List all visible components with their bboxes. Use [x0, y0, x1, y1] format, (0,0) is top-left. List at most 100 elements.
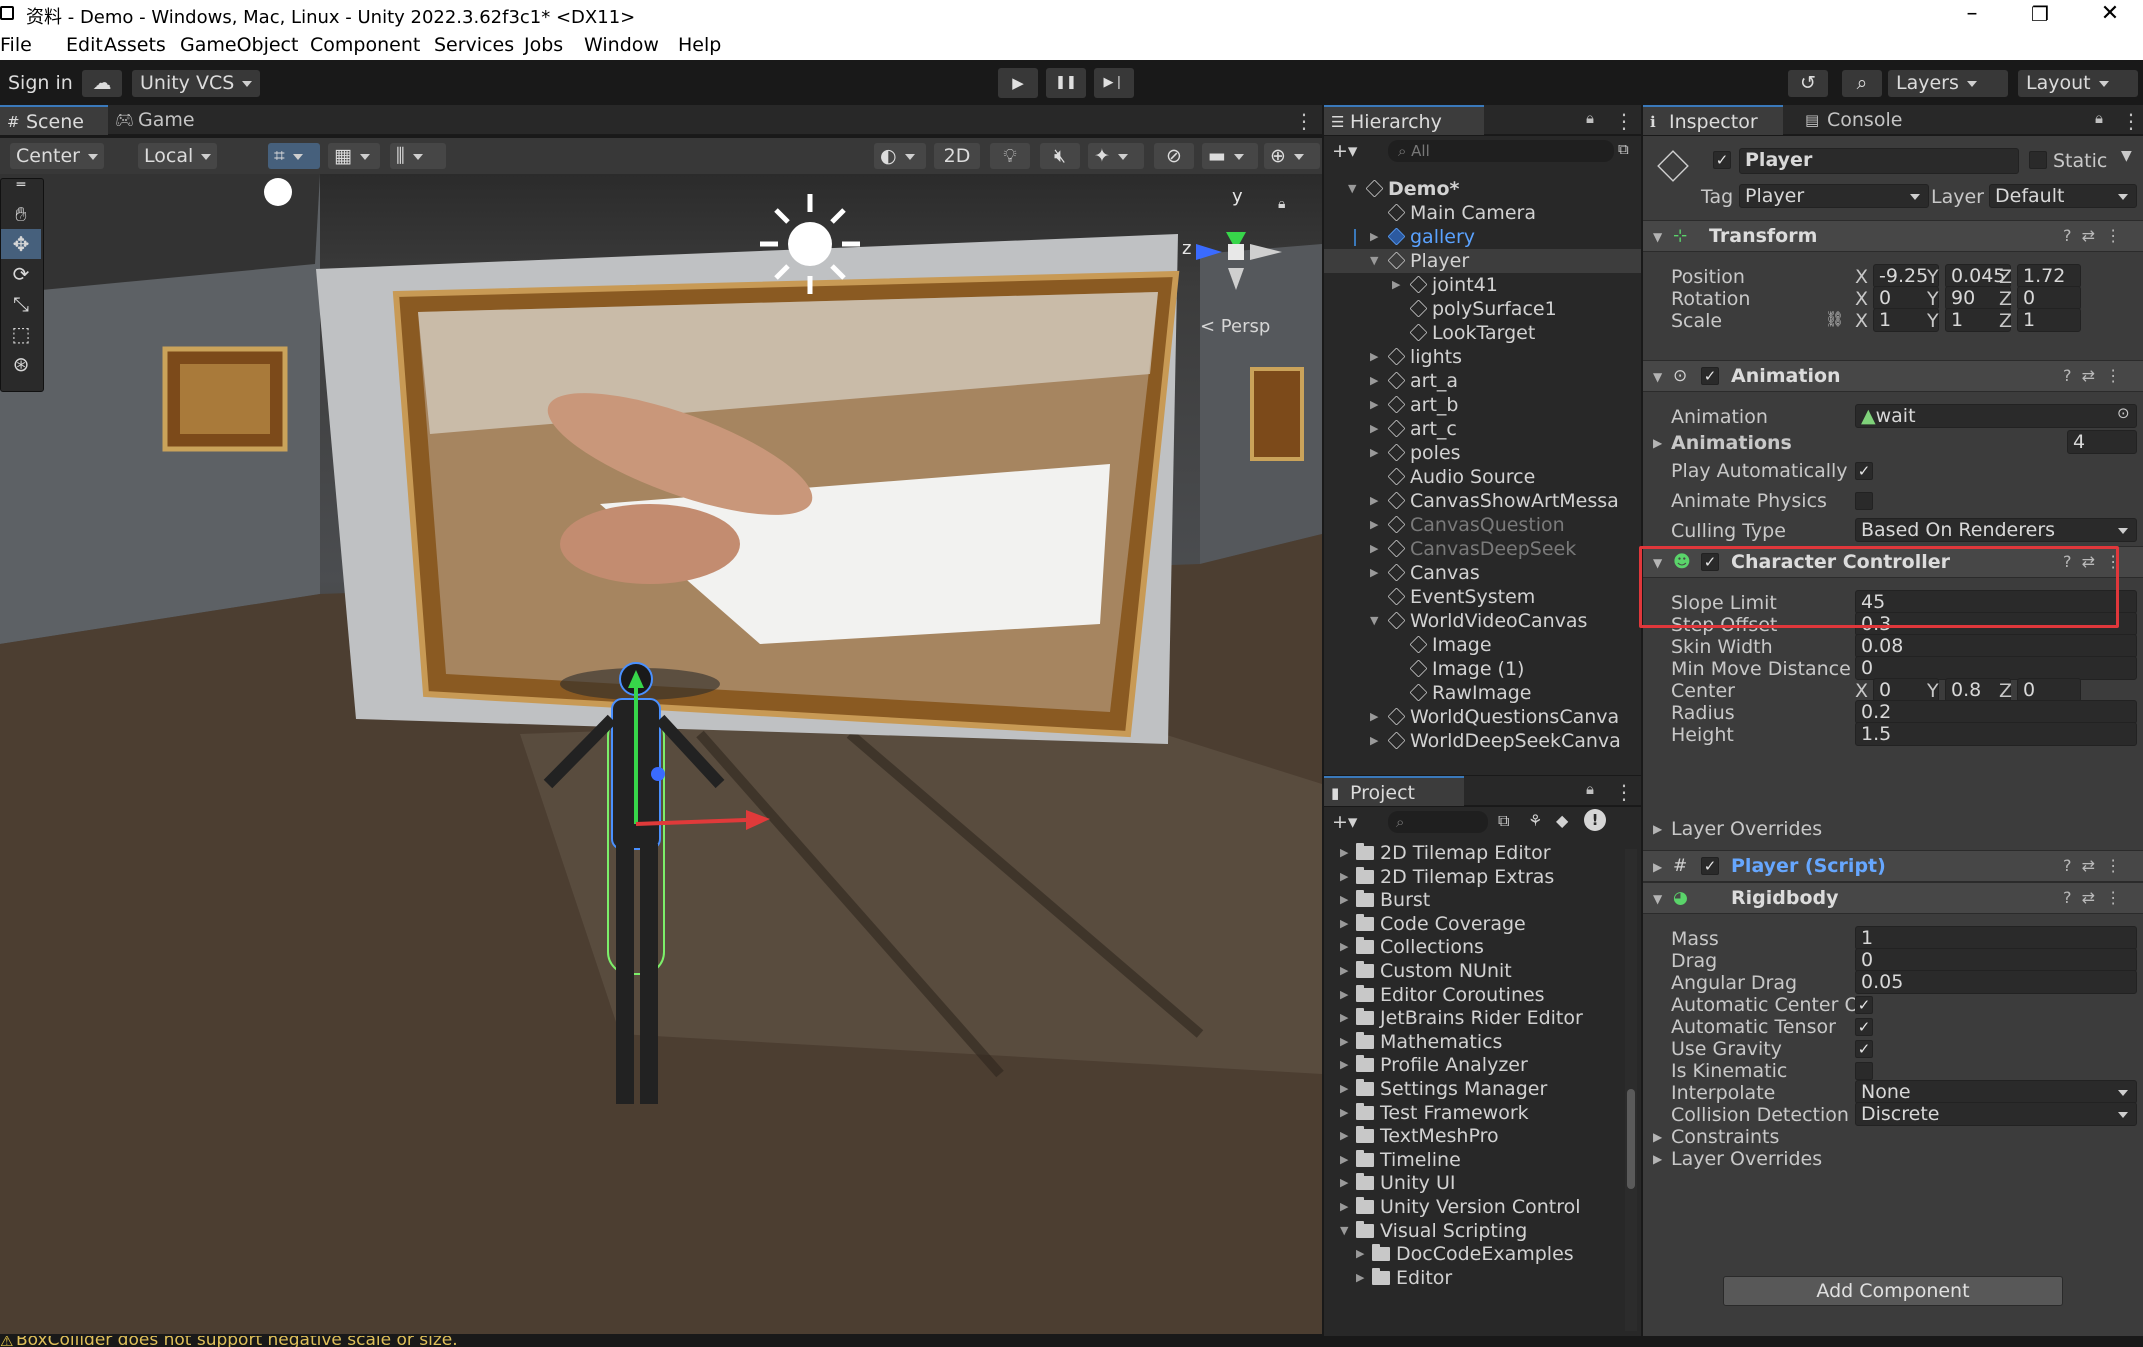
hierarchy-item[interactable]: Image (1) — [1324, 657, 1641, 681]
inspector-lock-icon[interactable]: 🔒︎ — [2095, 109, 2103, 127]
project-lock-icon[interactable]: 🔒︎ — [1586, 780, 1594, 798]
play-auto-checkbox[interactable]: ✓ — [1855, 462, 1873, 480]
expand-arrow-right-icon[interactable]: ▶ — [1340, 1030, 1348, 1054]
foldout-icon[interactable]: ▼ — [1653, 230, 1662, 244]
camera-icon[interactable]: ▬ — [1202, 143, 1258, 169]
hierarchy-item[interactable]: ▶ gallery — [1324, 225, 1641, 249]
cc-layer-overrides-foldout-icon[interactable]: ▶ — [1653, 822, 1662, 836]
component-actions[interactable]: ? ⇄ ⋮ — [2063, 888, 2121, 907]
hierarchy-item[interactable]: ▶ poles — [1324, 441, 1641, 465]
orientation-cube[interactable] — [1228, 244, 1244, 260]
draw-mode-icon[interactable]: ◐ — [874, 143, 926, 169]
expand-arrow-right-icon[interactable]: ▶ — [1340, 1195, 1348, 1219]
foldout-icon[interactable]: ▶ — [1653, 860, 1662, 874]
character-controller-header[interactable]: ▼ ☻ ✓ Character Controller ? ⇄ ⋮ — [1643, 546, 2143, 578]
project-folder-item[interactable]: ▶ Code Coverage — [1324, 912, 1624, 936]
expand-arrow-right-icon[interactable]: ▶ — [1370, 345, 1378, 369]
vcs-dropdown[interactable]: Unity VCS — [132, 70, 261, 97]
hierarchy-item[interactable]: ▶ CanvasDeepSeek — [1324, 537, 1641, 561]
hierarchy-item[interactable]: ▶ WorldQuestionsCanva — [1324, 705, 1641, 729]
tab-console[interactable]: ▤ Console — [1793, 105, 1923, 135]
player-script-header[interactable]: ▶ # ✓ Player (Script) ? ⇄ ⋮ — [1643, 850, 2143, 882]
hierarchy-item[interactable]: polySurface1 — [1324, 297, 1641, 321]
gizmos-icon[interactable]: ⊕ — [1264, 143, 1320, 169]
hierarchy-item[interactable]: Main Camera — [1324, 201, 1641, 225]
expand-arrow-right-icon[interactable]: ▶ — [1340, 1006, 1348, 1030]
slope-limit-field[interactable]: 45 — [1855, 590, 2137, 614]
effects-icon[interactable]: ✦ — [1088, 143, 1144, 169]
hierarchy-search-input[interactable]: ⌕ All — [1388, 140, 1614, 162]
component-actions[interactable]: ? ⇄ ⋮ — [2063, 552, 2121, 571]
expand-arrow-right-icon[interactable]: ▶ — [1370, 441, 1378, 465]
skin-width-field[interactable]: 0.08 — [1855, 634, 2137, 658]
palette-grip-icon[interactable]: ═ — [1, 178, 41, 199]
menu-services[interactable]: Services — [434, 34, 514, 56]
cloud-icon[interactable]: ☁ — [82, 70, 122, 97]
foldout-icon[interactable]: ▼ — [1653, 370, 1662, 384]
space-dropdown[interactable]: Local — [138, 143, 218, 169]
object-name-field[interactable]: Player — [1739, 148, 2019, 174]
rotate-tool-icon[interactable]: ⟳ — [1, 259, 41, 289]
hierarchy-filter-icon[interactable]: ⧉ — [1618, 140, 1629, 158]
status-message[interactable]: BoxCollider does not support negative sc… — [16, 1336, 458, 1347]
project-folder-item[interactable]: ▶ Collections — [1324, 935, 1624, 959]
project-folder-item[interactable]: ▶ Unity UI — [1324, 1171, 1624, 1195]
project-scroll-thumb[interactable] — [1627, 1089, 1635, 1189]
menu-edit[interactable]: Edit — [66, 34, 103, 56]
expand-arrow-right-icon[interactable]: ▶ — [1392, 273, 1400, 297]
project-folder-item[interactable]: ▶ Unity Version Control — [1324, 1195, 1624, 1219]
player-script-enabled-checkbox[interactable]: ✓ — [1701, 857, 1719, 875]
min-move-distance-field[interactable]: 0 — [1855, 656, 2137, 680]
foldout-icon[interactable]: ▼ — [1653, 556, 1662, 570]
expand-arrow-right-icon[interactable]: ▶ — [1370, 729, 1378, 753]
add-component-button[interactable]: Add Component — [1723, 1276, 2063, 1306]
warning-icon[interactable]: ! — [1584, 809, 1606, 831]
animate-physics-checkbox[interactable] — [1855, 492, 1873, 510]
expand-arrow-right-icon[interactable]: ▶ — [1370, 705, 1378, 729]
expand-arrow-right-icon[interactable]: ▶ — [1370, 417, 1378, 441]
constrain-proportions-icon[interactable]: ⛓ — [1825, 310, 1844, 328]
search-by-type-icon[interactable]: ⧉ — [1498, 811, 1509, 831]
project-folder-item[interactable]: ▶ Test Framework — [1324, 1101, 1624, 1125]
tab-scene[interactable]: # Scene — [0, 105, 108, 135]
animation-enabled-checkbox[interactable]: ✓ — [1701, 367, 1719, 385]
tab-hierarchy[interactable]: ☰ Hierarchy — [1324, 105, 1484, 135]
menu-jobs[interactable]: Jobs — [524, 34, 563, 56]
project-folder-item[interactable]: ▶ Settings Manager — [1324, 1077, 1624, 1101]
hierarchy-add-button[interactable]: +▾ — [1332, 140, 1357, 162]
maximize-button[interactable]: ❐ — [2010, 0, 2070, 30]
hand-tool-icon[interactable]: ✋︎ — [1, 199, 41, 229]
project-folder-item[interactable]: ▶ DocCodeExamples — [1324, 1242, 1624, 1266]
hierarchy-item[interactable]: ▶ lights — [1324, 345, 1641, 369]
rigidbody-header[interactable]: ▼ ◕ Rigidbody ? ⇄ ⋮ — [1643, 882, 2143, 914]
static-dropdown-icon[interactable]: ▼ — [2121, 148, 2132, 164]
expand-arrow-right-icon[interactable]: ▶ — [1340, 1124, 1348, 1148]
expand-arrow-right-icon[interactable]: ▶ — [1370, 561, 1378, 585]
menu-component[interactable]: Component — [310, 34, 420, 56]
auto-tensor-checkbox[interactable]: ✓ — [1855, 1018, 1873, 1036]
play-button[interactable]: ▶ — [998, 68, 1038, 98]
menu-assets[interactable]: Assets — [104, 34, 166, 56]
project-folder-item[interactable]: ▶ JetBrains Rider Editor — [1324, 1006, 1624, 1030]
culling-type-dropdown[interactable]: Based On Renderers — [1855, 518, 2137, 542]
project-folder-item[interactable]: ▶ 2D Tilemap Editor — [1324, 841, 1624, 865]
animation-header[interactable]: ▼ ⊙ ✓ Animation ? ⇄ ⋮ — [1643, 360, 2143, 392]
pivot-dropdown[interactable]: Center — [10, 143, 104, 169]
expand-arrow-right-icon[interactable]: ▶ — [1340, 983, 1348, 1007]
expand-arrow-down-icon[interactable]: ▼ — [1370, 609, 1378, 633]
expand-arrow-right-icon[interactable]: ▶ — [1340, 912, 1348, 936]
project-folder-item[interactable]: ▶ 2D Tilemap Extras — [1324, 865, 1624, 889]
interpolate-dropdown[interactable]: None — [1855, 1080, 2137, 1104]
hierarchy-item[interactable]: LookTarget — [1324, 321, 1641, 345]
hierarchy-item[interactable]: ▶ WorldDeepSeekCanva — [1324, 729, 1641, 753]
component-actions[interactable]: ? ⇄ ⋮ — [2063, 856, 2121, 875]
tab-inspector[interactable]: ℹ Inspector — [1643, 105, 1783, 135]
audio-icon[interactable]: 🔇︎ — [1040, 143, 1080, 169]
project-add-button[interactable]: +▾ — [1332, 811, 1357, 833]
height-field[interactable]: 1.5 — [1855, 722, 2137, 746]
hierarchy-item[interactable]: ▶ art_c — [1324, 417, 1641, 441]
grid-snap-icon[interactable]: ⌗ — [268, 143, 320, 169]
expand-arrow-right-icon[interactable]: ▶ — [1340, 888, 1348, 912]
expand-arrow-right-icon[interactable]: ▶ — [1340, 1171, 1348, 1195]
menu-gameobject[interactable]: GameObject — [180, 34, 298, 56]
